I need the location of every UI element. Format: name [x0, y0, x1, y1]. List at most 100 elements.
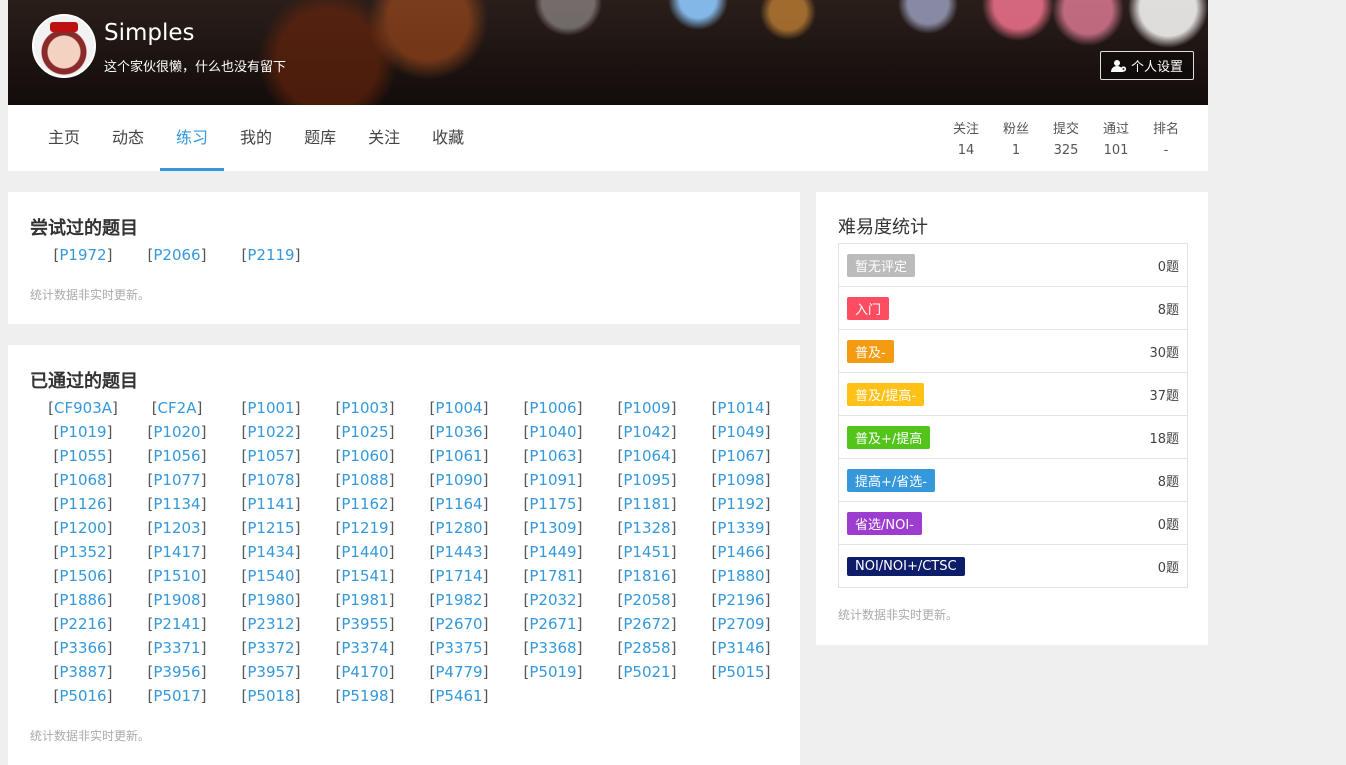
problem-link[interactable]: P5017	[153, 687, 200, 705]
problem-link[interactable]: P1019	[59, 423, 106, 441]
problem-link[interactable]: P3372	[247, 639, 294, 657]
username[interactable]: Simples	[104, 20, 195, 46]
problem-link[interactable]: P1078	[247, 471, 294, 489]
stat-item[interactable]: 通过 101	[1098, 119, 1134, 161]
avatar[interactable]	[32, 14, 96, 78]
problem-link[interactable]: P3955	[341, 615, 388, 633]
tab-3[interactable]: 我的	[224, 105, 288, 171]
stat-item[interactable]: 提交 325	[1048, 119, 1084, 161]
problem-link[interactable]: P1141	[247, 495, 294, 513]
problem-link[interactable]: P5015	[717, 663, 764, 681]
problem-link[interactable]: P1181	[623, 495, 670, 513]
problem-link[interactable]: P2670	[435, 615, 482, 633]
problem-link[interactable]: P3957	[247, 663, 294, 681]
problem-link[interactable]: P1068	[59, 471, 106, 489]
problem-link[interactable]: P1063	[529, 447, 576, 465]
problem-link[interactable]: P1067	[717, 447, 764, 465]
problem-link[interactable]: P1352	[59, 543, 106, 561]
problem-link[interactable]: P1040	[529, 423, 576, 441]
problem-link[interactable]: P1098	[717, 471, 764, 489]
problem-link[interactable]: P3146	[717, 639, 764, 657]
problem-link[interactable]: P3887	[59, 663, 106, 681]
problem-link[interactable]: P1781	[529, 567, 576, 585]
problem-link[interactable]: P1980	[247, 591, 294, 609]
problem-link[interactable]: P1972	[59, 246, 106, 264]
problem-link[interactable]: P5018	[247, 687, 294, 705]
problem-link[interactable]: P2032	[529, 591, 576, 609]
problem-link[interactable]: P2196	[717, 591, 764, 609]
problem-link[interactable]: P1042	[623, 423, 670, 441]
problem-link[interactable]: P1095	[623, 471, 670, 489]
problem-link[interactable]: P1203	[153, 519, 200, 537]
problem-link[interactable]: P1816	[623, 567, 670, 585]
problem-link[interactable]: P1090	[435, 471, 482, 489]
problem-link[interactable]: P1077	[153, 471, 200, 489]
problem-link[interactable]: P1001	[247, 399, 294, 417]
problem-link[interactable]: P1061	[435, 447, 482, 465]
problem-link[interactable]: P4170	[341, 663, 388, 681]
problem-link[interactable]: P1003	[341, 399, 388, 417]
problem-link[interactable]: CF2A	[158, 399, 197, 417]
problem-link[interactable]: P1162	[341, 495, 388, 513]
problem-link[interactable]: P1134	[153, 495, 200, 513]
problem-link[interactable]: P1443	[435, 543, 482, 561]
tab-2[interactable]: 练习	[160, 105, 225, 171]
problem-link[interactable]: P5021	[623, 663, 670, 681]
problem-link[interactable]: P1714	[435, 567, 482, 585]
problem-link[interactable]: P2216	[59, 615, 106, 633]
problem-link[interactable]: P1339	[717, 519, 764, 537]
problem-link[interactable]: P1055	[59, 447, 106, 465]
problem-link[interactable]: P5461	[435, 687, 482, 705]
tab-5[interactable]: 关注	[352, 105, 416, 171]
problem-link[interactable]: CF903A	[54, 399, 112, 417]
problem-link[interactable]: P1981	[341, 591, 388, 609]
problem-link[interactable]: P3371	[153, 639, 200, 657]
problem-link[interactable]: P1022	[247, 423, 294, 441]
problem-link[interactable]: P2671	[529, 615, 576, 633]
problem-link[interactable]: P1175	[529, 495, 576, 513]
problem-link[interactable]: P3956	[153, 663, 200, 681]
problem-link[interactable]: P1886	[59, 591, 106, 609]
problem-link[interactable]: P1057	[247, 447, 294, 465]
problem-link[interactable]: P1060	[341, 447, 388, 465]
problem-link[interactable]: P1540	[247, 567, 294, 585]
problem-link[interactable]: P1417	[153, 543, 200, 561]
problem-link[interactable]: P1451	[623, 543, 670, 561]
problem-link[interactable]: P1004	[435, 399, 482, 417]
problem-link[interactable]: P1908	[153, 591, 200, 609]
problem-link[interactable]: P1215	[247, 519, 294, 537]
problem-link[interactable]: P2312	[247, 615, 294, 633]
problem-link[interactable]: P1036	[435, 423, 482, 441]
problem-link[interactable]: P2858	[623, 639, 670, 657]
problem-link[interactable]: P1280	[435, 519, 482, 537]
problem-link[interactable]: P2119	[247, 246, 294, 264]
problem-link[interactable]: P3366	[59, 639, 106, 657]
stat-item[interactable]: 排名 -	[1148, 119, 1184, 161]
problem-link[interactable]: P1088	[341, 471, 388, 489]
problem-link[interactable]: P1006	[529, 399, 576, 417]
problem-link[interactable]: P1506	[59, 567, 106, 585]
problem-link[interactable]: P2709	[717, 615, 764, 633]
problem-link[interactable]: P2066	[153, 246, 200, 264]
problem-link[interactable]: P1219	[341, 519, 388, 537]
problem-link[interactable]: P1200	[59, 519, 106, 537]
tab-4[interactable]: 题库	[288, 105, 352, 171]
problem-link[interactable]: P1056	[153, 447, 200, 465]
stat-item[interactable]: 粉丝 1	[998, 119, 1034, 161]
stat-item[interactable]: 关注 14	[948, 119, 984, 161]
problem-link[interactable]: P5019	[529, 663, 576, 681]
problem-link[interactable]: P1434	[247, 543, 294, 561]
personal-settings-button[interactable]: 个人设置	[1100, 51, 1194, 80]
problem-link[interactable]: P1541	[341, 567, 388, 585]
problem-link[interactable]: P3375	[435, 639, 482, 657]
tab-0[interactable]: 主页	[32, 105, 96, 171]
problem-link[interactable]: P1126	[59, 495, 106, 513]
problem-link[interactable]: P1064	[623, 447, 670, 465]
problem-link[interactable]: P1009	[623, 399, 670, 417]
problem-link[interactable]: P4779	[435, 663, 482, 681]
problem-link[interactable]: P5016	[59, 687, 106, 705]
problem-link[interactable]: P1025	[341, 423, 388, 441]
problem-link[interactable]: P1982	[435, 591, 482, 609]
problem-link[interactable]: P1466	[717, 543, 764, 561]
problem-link[interactable]: P1049	[717, 423, 764, 441]
